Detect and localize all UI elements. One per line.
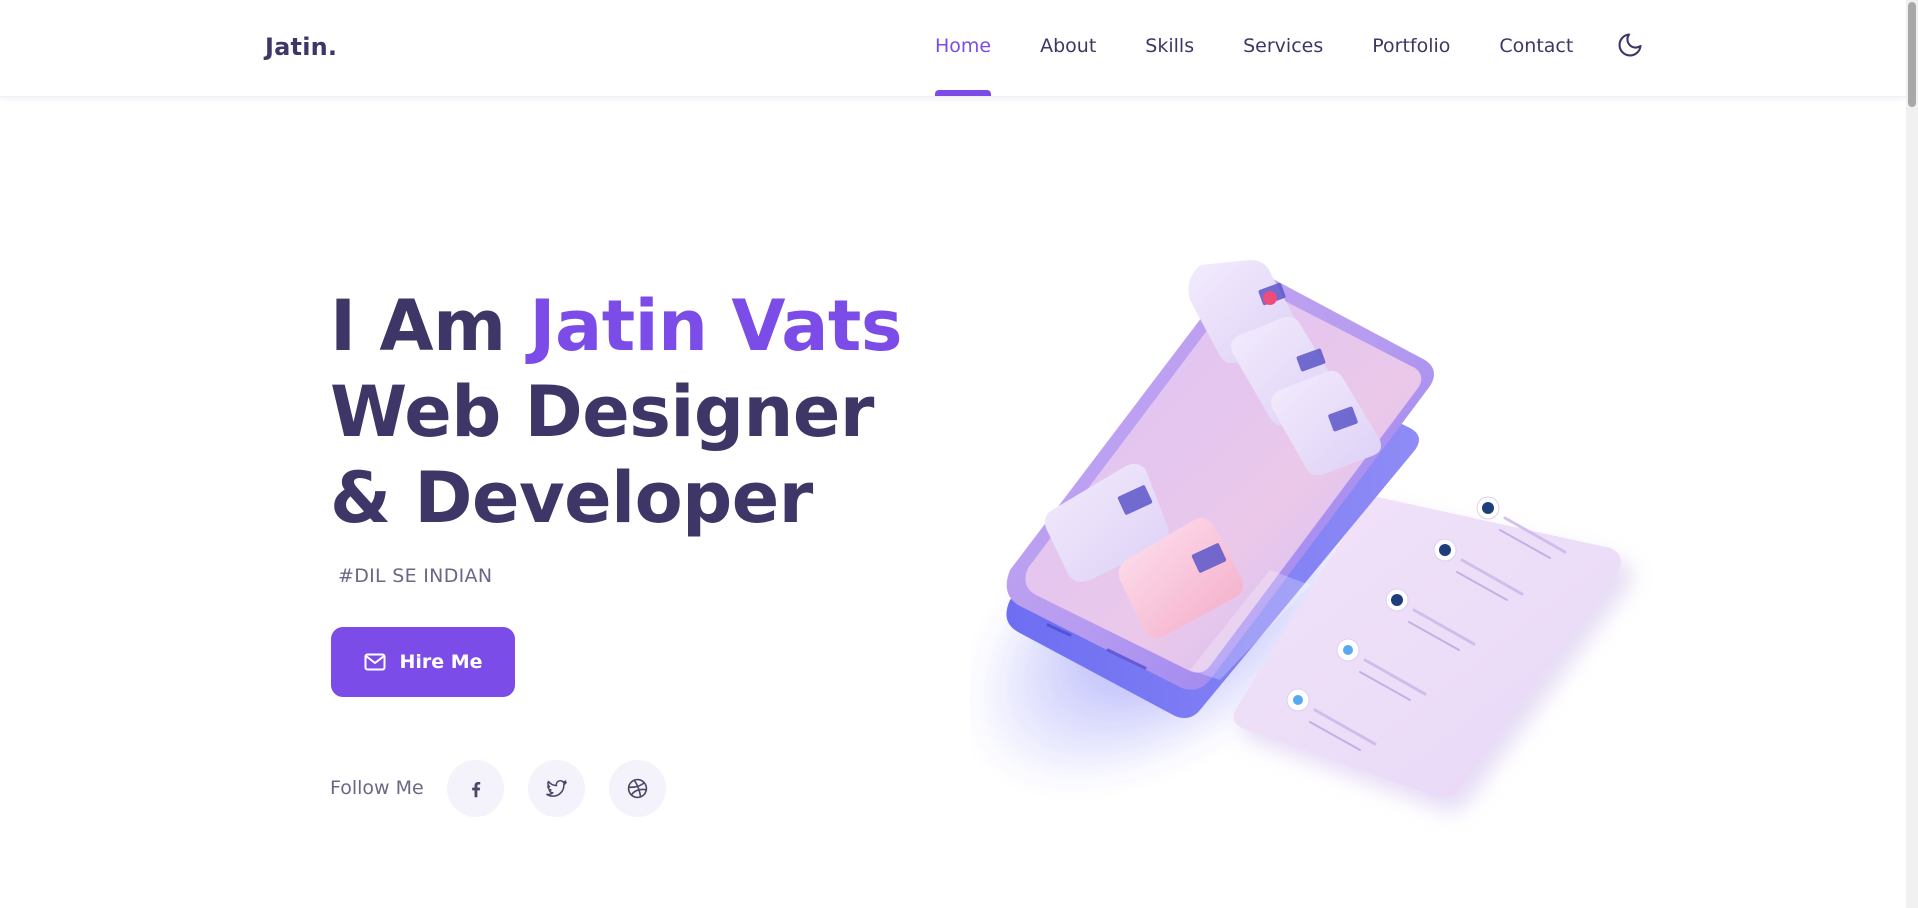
page-scrollbar[interactable] <box>1906 0 1918 908</box>
nav-contact[interactable]: Contact <box>1499 35 1573 57</box>
hero-title: I Am Jatin Vats Web Designer & Developer <box>330 283 903 541</box>
hero-title-line1: I Am Jatin Vats <box>330 283 903 369</box>
facebook-link[interactable] <box>447 760 504 817</box>
nav-services[interactable]: Services <box>1243 35 1323 57</box>
moon-icon[interactable] <box>1616 31 1644 59</box>
dribbble-icon <box>627 778 648 799</box>
main-nav: Home About Skills Services Portfolio Con… <box>935 35 1622 96</box>
site-logo[interactable]: Jatin. <box>265 33 337 61</box>
twitter-icon <box>546 779 567 797</box>
hero-illustration <box>970 260 1633 812</box>
hero-title-line2: Web Designer <box>330 371 874 453</box>
dribbble-link[interactable] <box>609 760 666 817</box>
title-name: Jatin Vats <box>529 285 903 367</box>
nav-portfolio[interactable]: Portfolio <box>1372 35 1450 57</box>
hero-title-line3: & Developer <box>330 457 813 539</box>
twitter-link[interactable] <box>528 760 585 817</box>
nav-home[interactable]: Home <box>935 35 992 96</box>
hire-me-button[interactable]: Hire Me <box>331 627 515 697</box>
title-prefix: I Am <box>330 285 506 367</box>
nav-about[interactable]: About <box>1040 35 1096 57</box>
hire-me-label: Hire Me <box>399 651 483 673</box>
mail-icon <box>364 653 386 671</box>
facebook-icon <box>471 781 480 797</box>
nav-skills[interactable]: Skills <box>1145 35 1194 57</box>
hero-tagline: #DIL SE INDIAN <box>338 565 493 587</box>
follow-label: Follow Me <box>330 777 424 799</box>
site-header: Jatin. Home About Skills Services Portfo… <box>0 0 1906 97</box>
scrollbar-thumb[interactable] <box>1908 2 1916 107</box>
